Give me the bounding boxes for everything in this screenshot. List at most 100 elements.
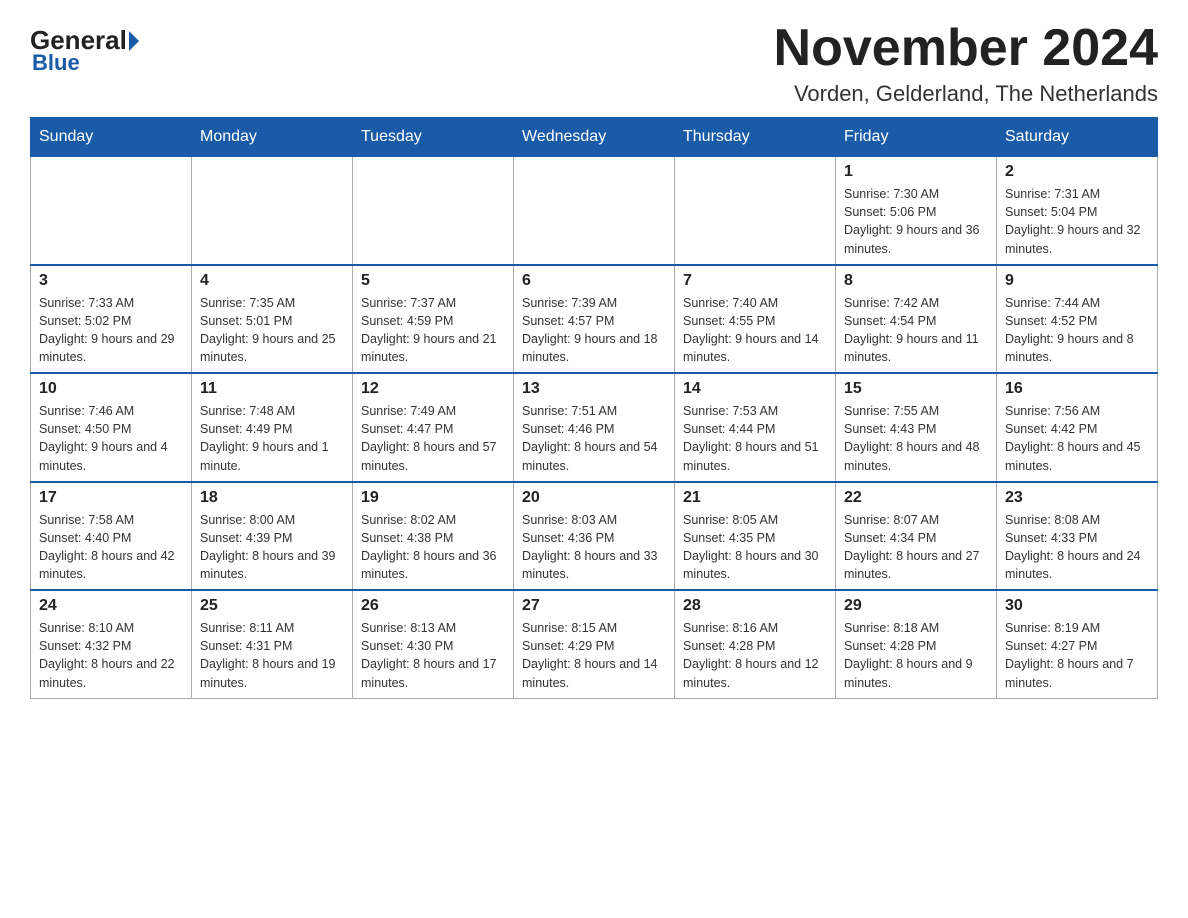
calendar-cell: 2 Sunrise: 7:31 AM Sunset: 5:04 PM Daylig…	[997, 157, 1158, 265]
day-info: Sunrise: 7:56 AM Sunset: 4:42 PM Dayligh…	[1005, 402, 1149, 475]
calendar-cell: 9 Sunrise: 7:44 AM Sunset: 4:52 PM Daylig…	[997, 265, 1158, 374]
day-number: 8	[844, 272, 988, 290]
day-info: Sunrise: 7:31 AM Sunset: 5:04 PM Dayligh…	[1005, 185, 1149, 258]
day-info: Sunrise: 8:05 AM Sunset: 4:35 PM Dayligh…	[683, 511, 827, 584]
calendar-cell: 4 Sunrise: 7:35 AM Sunset: 5:01 PM Daylig…	[192, 265, 353, 374]
title-block: November 2024 Vorden, Gelderland, The Ne…	[774, 20, 1158, 107]
month-title: November 2024	[774, 20, 1158, 77]
day-info: Sunrise: 7:58 AM Sunset: 4:40 PM Dayligh…	[39, 511, 183, 584]
day-info: Sunrise: 7:39 AM Sunset: 4:57 PM Dayligh…	[522, 294, 666, 367]
calendar-cell: 30 Sunrise: 8:19 AM Sunset: 4:27 PM Dayli…	[997, 590, 1158, 698]
day-number: 30	[1005, 597, 1149, 615]
col-header-monday: Monday	[192, 118, 353, 157]
calendar-cell: 15 Sunrise: 7:55 AM Sunset: 4:43 PM Dayli…	[836, 373, 997, 482]
calendar-cell: 25Sunrise: 8:11 AM Sunset: 4:31 PM Dayli…	[192, 590, 353, 698]
day-info: Sunrise: 7:35 AM Sunset: 5:01 PM Dayligh…	[200, 294, 344, 367]
day-info: Sunrise: 7:53 AM Sunset: 4:44 PM Dayligh…	[683, 402, 827, 475]
day-number: 23	[1005, 489, 1149, 507]
day-number: 15	[844, 380, 988, 398]
calendar-cell: 16Sunrise: 7:56 AM Sunset: 4:42 PM Dayli…	[997, 373, 1158, 482]
day-info: Sunrise: 7:37 AM Sunset: 4:59 PM Dayligh…	[361, 294, 505, 367]
day-info: Sunrise: 8:03 AM Sunset: 4:36 PM Dayligh…	[522, 511, 666, 584]
day-number: 14	[683, 380, 827, 398]
day-info: Sunrise: 7:44 AM Sunset: 4:52 PM Dayligh…	[1005, 294, 1149, 367]
calendar-cell	[192, 157, 353, 265]
day-number: 24	[39, 597, 183, 615]
day-info: Sunrise: 8:08 AM Sunset: 4:33 PM Dayligh…	[1005, 511, 1149, 584]
calendar-cell: 10 Sunrise: 7:46 AM Sunset: 4:50 PM Dayli…	[31, 373, 192, 482]
day-info: Sunrise: 8:00 AM Sunset: 4:39 PM Dayligh…	[200, 511, 344, 584]
calendar-cell: 19 Sunrise: 8:02 AM Sunset: 4:38 PM Dayli…	[353, 482, 514, 591]
day-number: 26	[361, 597, 505, 615]
calendar-cell: 27 Sunrise: 8:15 AM Sunset: 4:29 PM Dayli…	[514, 590, 675, 698]
calendar-cell: 20Sunrise: 8:03 AM Sunset: 4:36 PM Dayli…	[514, 482, 675, 591]
day-info: Sunrise: 8:11 AM Sunset: 4:31 PM Dayligh…	[200, 619, 344, 692]
calendar-cell: 3 Sunrise: 7:33 AM Sunset: 5:02 PM Daylig…	[31, 265, 192, 374]
calendar-cell: 17 Sunrise: 7:58 AM Sunset: 4:40 PM Dayli…	[31, 482, 192, 591]
calendar-cell: 1Sunrise: 7:30 AM Sunset: 5:06 PM Daylig…	[836, 157, 997, 265]
day-number: 6	[522, 272, 666, 290]
calendar-cell: 14 Sunrise: 7:53 AM Sunset: 4:44 PM Dayli…	[675, 373, 836, 482]
calendar-table: SundayMondayTuesdayWednesdayThursdayFrid…	[30, 117, 1158, 699]
day-number: 9	[1005, 272, 1149, 290]
logo-blue-text: Blue	[30, 50, 80, 76]
day-info: Sunrise: 7:42 AM Sunset: 4:54 PM Dayligh…	[844, 294, 988, 367]
col-header-friday: Friday	[836, 118, 997, 157]
day-info: Sunrise: 7:48 AM Sunset: 4:49 PM Dayligh…	[200, 402, 344, 475]
day-number: 3	[39, 272, 183, 290]
calendar-cell	[353, 157, 514, 265]
calendar-cell: 11 Sunrise: 7:48 AM Sunset: 4:49 PM Dayli…	[192, 373, 353, 482]
calendar-cell: 24 Sunrise: 8:10 AM Sunset: 4:32 PM Dayli…	[31, 590, 192, 698]
calendar-cell: 28 Sunrise: 8:16 AM Sunset: 4:28 PM Dayli…	[675, 590, 836, 698]
day-number: 17	[39, 489, 183, 507]
calendar-cell: 18 Sunrise: 8:00 AM Sunset: 4:39 PM Dayli…	[192, 482, 353, 591]
calendar-cell: 26 Sunrise: 8:13 AM Sunset: 4:30 PM Dayli…	[353, 590, 514, 698]
day-info: Sunrise: 8:15 AM Sunset: 4:29 PM Dayligh…	[522, 619, 666, 692]
calendar-cell: 8 Sunrise: 7:42 AM Sunset: 4:54 PM Daylig…	[836, 265, 997, 374]
col-header-sunday: Sunday	[31, 118, 192, 157]
day-info: Sunrise: 8:07 AM Sunset: 4:34 PM Dayligh…	[844, 511, 988, 584]
calendar-cell: 7 Sunrise: 7:40 AM Sunset: 4:55 PM Daylig…	[675, 265, 836, 374]
logo-arrow-icon	[129, 31, 139, 51]
calendar-cell: 6 Sunrise: 7:39 AM Sunset: 4:57 PM Daylig…	[514, 265, 675, 374]
location-subtitle: Vorden, Gelderland, The Netherlands	[774, 81, 1158, 107]
calendar-cell	[514, 157, 675, 265]
day-number: 28	[683, 597, 827, 615]
day-number: 7	[683, 272, 827, 290]
day-number: 11	[200, 380, 344, 398]
day-info: Sunrise: 8:02 AM Sunset: 4:38 PM Dayligh…	[361, 511, 505, 584]
logo: General Blue	[30, 20, 141, 76]
day-info: Sunrise: 8:19 AM Sunset: 4:27 PM Dayligh…	[1005, 619, 1149, 692]
day-number: 4	[200, 272, 344, 290]
page-header: General Blue November 2024 Vorden, Gelde…	[30, 20, 1158, 107]
day-info: Sunrise: 7:49 AM Sunset: 4:47 PM Dayligh…	[361, 402, 505, 475]
day-info: Sunrise: 8:13 AM Sunset: 4:30 PM Dayligh…	[361, 619, 505, 692]
calendar-cell: 13Sunrise: 7:51 AM Sunset: 4:46 PM Dayli…	[514, 373, 675, 482]
day-info: Sunrise: 7:55 AM Sunset: 4:43 PM Dayligh…	[844, 402, 988, 475]
calendar-cell: 23 Sunrise: 8:08 AM Sunset: 4:33 PM Dayli…	[997, 482, 1158, 591]
day-number: 27	[522, 597, 666, 615]
day-number: 5	[361, 272, 505, 290]
day-info: Sunrise: 7:51 AM Sunset: 4:46 PM Dayligh…	[522, 402, 666, 475]
calendar-cell: 12 Sunrise: 7:49 AM Sunset: 4:47 PM Dayli…	[353, 373, 514, 482]
day-number: 12	[361, 380, 505, 398]
col-header-thursday: Thursday	[675, 118, 836, 157]
calendar-cell	[31, 157, 192, 265]
calendar-cell	[675, 157, 836, 265]
day-number: 18	[200, 489, 344, 507]
day-number: 22	[844, 489, 988, 507]
calendar-cell: 22 Sunrise: 8:07 AM Sunset: 4:34 PM Dayli…	[836, 482, 997, 591]
day-info: Sunrise: 7:40 AM Sunset: 4:55 PM Dayligh…	[683, 294, 827, 367]
day-number: 21	[683, 489, 827, 507]
day-number: 29	[844, 597, 988, 615]
day-info: Sunrise: 8:16 AM Sunset: 4:28 PM Dayligh…	[683, 619, 827, 692]
day-number: 10	[39, 380, 183, 398]
col-header-wednesday: Wednesday	[514, 118, 675, 157]
day-info: Sunrise: 7:33 AM Sunset: 5:02 PM Dayligh…	[39, 294, 183, 367]
day-number: 1	[844, 163, 988, 181]
day-info: Sunrise: 8:18 AM Sunset: 4:28 PM Dayligh…	[844, 619, 988, 692]
day-info: Sunrise: 8:10 AM Sunset: 4:32 PM Dayligh…	[39, 619, 183, 692]
day-number: 19	[361, 489, 505, 507]
day-number: 2	[1005, 163, 1149, 181]
day-info: Sunrise: 7:46 AM Sunset: 4:50 PM Dayligh…	[39, 402, 183, 475]
